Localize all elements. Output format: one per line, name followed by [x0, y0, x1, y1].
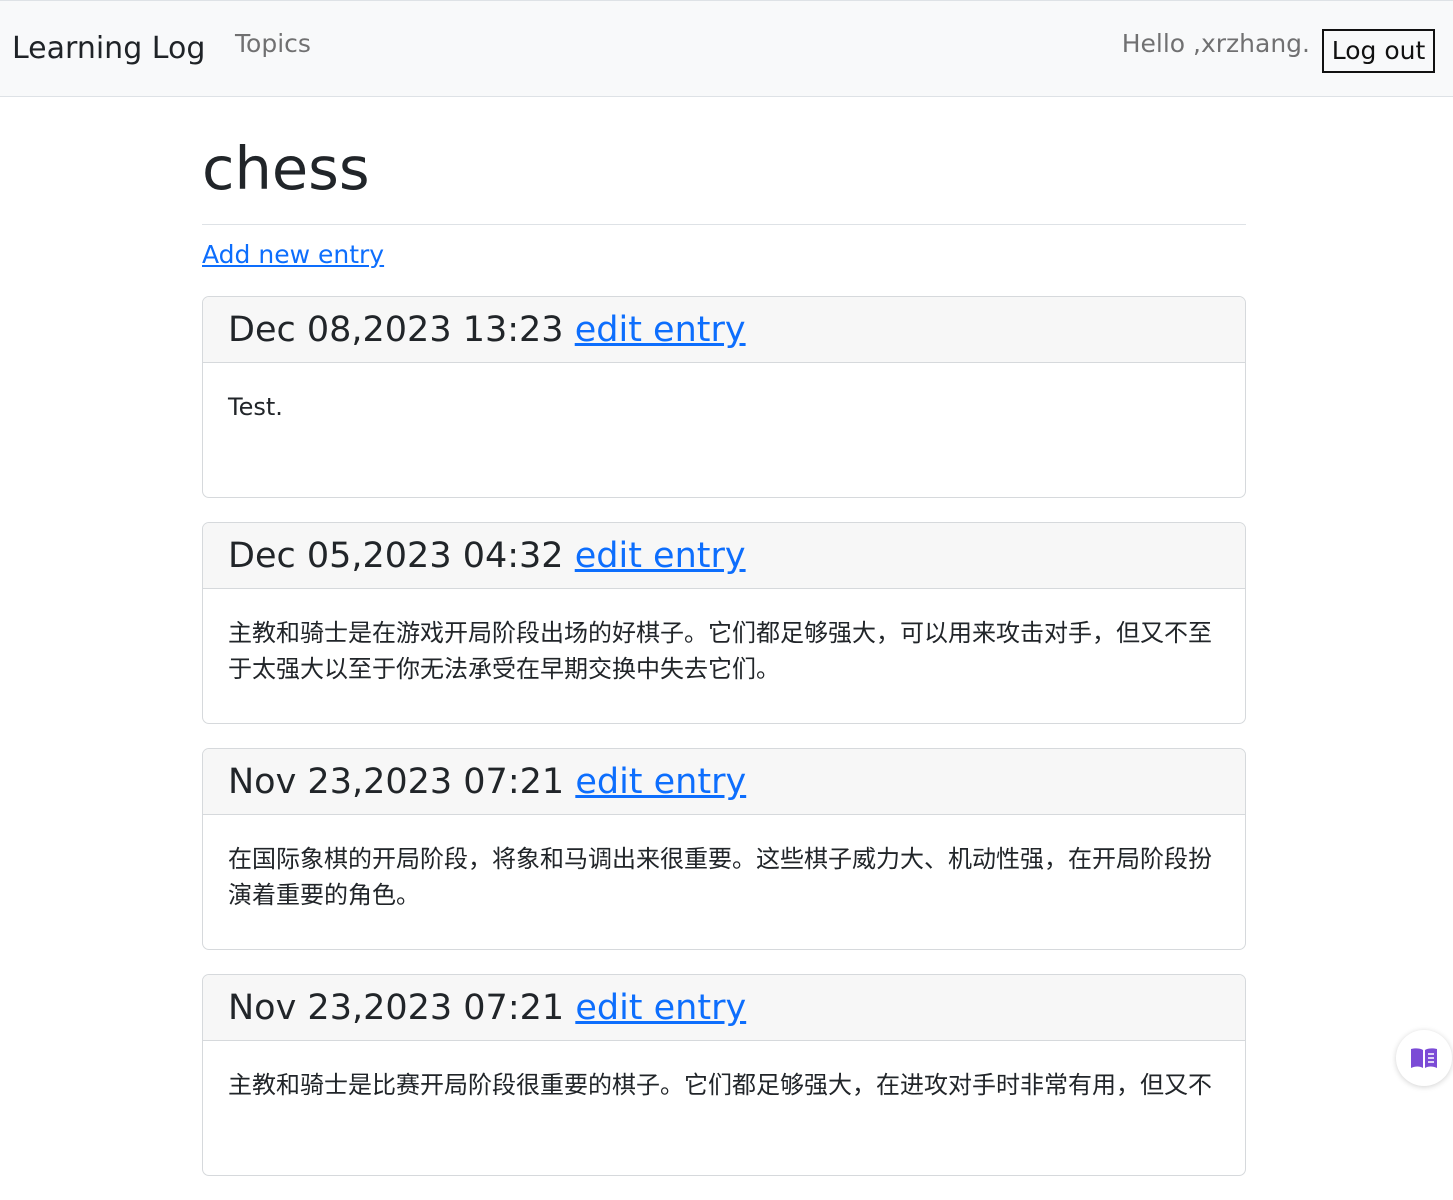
entry-date: Nov 23,2023 07:21 — [228, 988, 565, 1028]
edit-entry-link[interactable]: edit entry — [575, 762, 746, 802]
topics-link[interactable]: Topics — [235, 27, 311, 61]
entry-list: Dec 08,2023 13:23 edit entry Test. Dec 0… — [202, 296, 1246, 1176]
navbar: Learning Log Topics Hello ,xrzhang. Log … — [0, 0, 1453, 97]
entry-header: Nov 23,2023 07:21 edit entry — [203, 749, 1245, 815]
brand-link[interactable]: Learning Log — [12, 29, 205, 69]
entry-card: Dec 08,2023 13:23 edit entry Test. — [202, 296, 1246, 498]
title-divider — [202, 224, 1246, 225]
floating-reader-button[interactable] — [1396, 1030, 1452, 1086]
entry-text: Test. — [228, 393, 283, 421]
entry-date: Nov 23,2023 07:21 — [228, 762, 565, 802]
entry-date: Dec 08,2023 13:23 — [228, 310, 564, 350]
page-title: chess — [202, 134, 370, 203]
entry-header: Dec 08,2023 13:23 edit entry — [203, 297, 1245, 363]
edit-entry-link[interactable]: edit entry — [575, 988, 746, 1028]
entry-text: 主教和骑士是比赛开局阶段很重要的棋子。它们都足够强大，在进攻对手时非常有用，但又… — [228, 1071, 1212, 1099]
logout-button[interactable]: Log out — [1322, 29, 1435, 73]
edit-entry-link[interactable]: edit entry — [575, 310, 746, 350]
user-greeting: Hello ,xrzhang. — [1121, 29, 1310, 58]
edit-entry-link[interactable]: edit entry — [575, 536, 746, 576]
entry-header: Nov 23,2023 07:21 edit entry — [203, 975, 1245, 1041]
entry-date: Dec 05,2023 04:32 — [228, 536, 564, 576]
entry-text: 主教和骑士是在游戏开局阶段出场的好棋子。它们都足够强大，可以用来攻击对手，但又不… — [228, 619, 1212, 683]
main-content: chess Add new entry Dec 08,2023 13:23 ed… — [202, 98, 1246, 1200]
entry-card: Nov 23,2023 07:21 edit entry 在国际象棋的开局阶段，… — [202, 748, 1246, 950]
entry-text: 在国际象棋的开局阶段，将象和马调出来很重要。这些棋子威力大、机动性强，在开局阶段… — [228, 845, 1212, 909]
entry-header: Dec 05,2023 04:32 edit entry — [203, 523, 1245, 589]
add-new-entry-link[interactable]: Add new entry — [202, 238, 384, 272]
entry-card: Dec 05,2023 04:32 edit entry 主教和骑士是在游戏开局… — [202, 522, 1246, 724]
entry-card: Nov 23,2023 07:21 edit entry 主教和骑士是比赛开局阶… — [202, 974, 1246, 1176]
